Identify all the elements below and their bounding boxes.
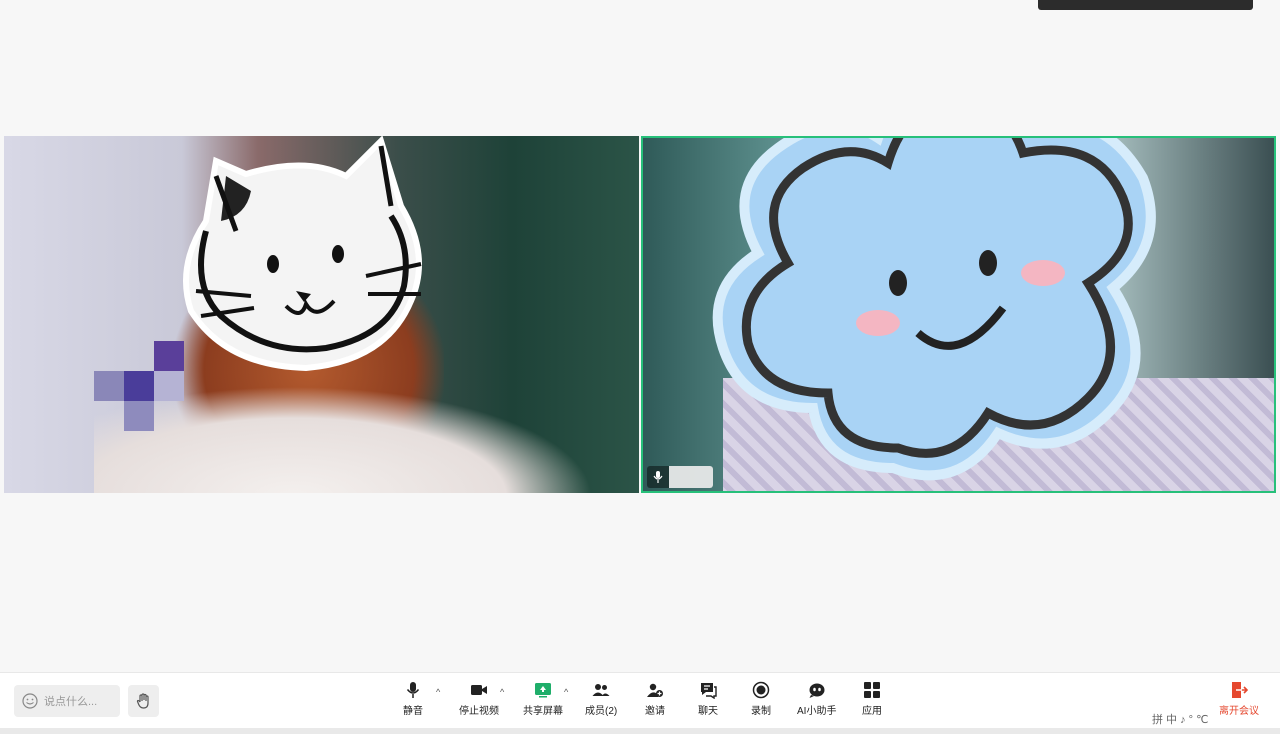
- apps-grid-icon: [864, 682, 880, 698]
- mic-icon: [653, 471, 663, 483]
- invite-label: 邀请: [645, 706, 665, 717]
- quick-chat-input[interactable]: 说点什么...: [14, 685, 120, 717]
- record-button[interactable]: 录制: [751, 681, 771, 721]
- exit-icon: [1232, 682, 1248, 698]
- ai-assistant-button[interactable]: AI小助手: [797, 681, 836, 721]
- mosaic-block: [124, 371, 154, 401]
- record-icon: [752, 681, 770, 699]
- chat-placeholder: 说点什么...: [44, 696, 98, 708]
- share-screen-label: 共享屏幕: [523, 706, 563, 717]
- video-camera-icon: [471, 685, 487, 695]
- audio-options-caret[interactable]: ^: [436, 687, 440, 697]
- apps-button[interactable]: 应用: [862, 681, 882, 721]
- mute-button[interactable]: 静音: [403, 681, 423, 721]
- invite-user-icon: [647, 683, 663, 697]
- members-button[interactable]: 成员(2): [585, 681, 617, 721]
- chat-bubble-icon: [701, 683, 717, 699]
- ime-toolbar[interactable]: 拼 中 ♪ ° ℃: [1152, 710, 1280, 728]
- chat-button[interactable]: 聊天: [698, 681, 718, 721]
- record-label: 录制: [751, 706, 771, 717]
- apps-label: 应用: [862, 706, 882, 717]
- share-screen-button[interactable]: 共享屏幕: [523, 681, 563, 721]
- microphone-icon: [406, 682, 420, 698]
- ime-status-text: 拼 中 ♪ ° ℃: [1152, 714, 1209, 726]
- flower-sticker-icon: [712, 138, 1156, 481]
- participant-shirt: [94, 386, 594, 493]
- ai-assistant-icon: [809, 683, 825, 698]
- emoji-icon: [22, 693, 38, 709]
- stop-video-button[interactable]: 停止视频: [459, 681, 499, 721]
- members-icon: [592, 684, 610, 696]
- hand-icon: [136, 693, 149, 709]
- mute-label: 静音: [403, 706, 423, 717]
- ai-assistant-label: AI小助手: [797, 706, 837, 717]
- video-tile-left[interactable]: [4, 136, 639, 493]
- members-label: 成员(2): [585, 706, 618, 717]
- cat-sticker-icon: [183, 136, 422, 371]
- blurred-name: [669, 466, 713, 488]
- mosaic-block: [94, 371, 124, 401]
- share-screen-icon: [535, 683, 551, 698]
- participant-name-tag: [647, 466, 713, 488]
- invite-button[interactable]: 邀请: [645, 681, 665, 721]
- meeting-toolbar: 说点什么... 静音 ^ 停止视频 ^ 共享屏幕 ^ 成员(2) 邀请 聊天 录…: [0, 672, 1280, 728]
- mosaic-block: [124, 401, 154, 431]
- bottom-edge: [0, 728, 1280, 734]
- stop-video-label: 停止视频: [459, 706, 499, 717]
- mosaic-block: [154, 371, 184, 401]
- share-options-caret[interactable]: ^: [564, 687, 568, 697]
- raise-hand-button[interactable]: [128, 685, 159, 717]
- video-options-caret[interactable]: ^: [500, 687, 504, 697]
- video-tile-right-active-speaker[interactable]: [641, 136, 1276, 493]
- chat-label: 聊天: [698, 706, 718, 717]
